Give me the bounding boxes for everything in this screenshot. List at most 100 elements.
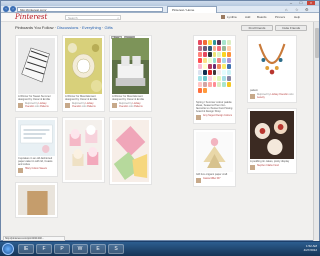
browser-window: – □ × ‹ › http://pinterest.com/ Pinteres… xyxy=(0,0,320,241)
link-gifts[interactable]: Gifts xyxy=(105,25,113,30)
star-icon[interactable]: ☆ xyxy=(295,7,299,12)
pin-image xyxy=(65,120,102,180)
pin-image xyxy=(250,38,294,88)
avatar[interactable] xyxy=(196,178,201,183)
color-swatch xyxy=(212,64,217,69)
color-swatch xyxy=(212,52,217,57)
pinterest-header xyxy=(1,13,319,22)
pin-card[interactable]: A Winner for Mast Element designed by Os… xyxy=(62,35,105,112)
start-button[interactable] xyxy=(2,243,14,255)
source-board-link[interactable]: DIY xyxy=(217,178,221,180)
color-swatch xyxy=(207,64,212,69)
color-swatch xyxy=(212,40,217,45)
link-everything[interactable]: Everything xyxy=(82,25,101,30)
source-board-link[interactable]: Sweets xyxy=(39,168,47,170)
taskbar-app-store[interactable]: S xyxy=(108,244,124,254)
link-discussions[interactable]: Discussions xyxy=(57,25,78,30)
color-swatch xyxy=(222,58,227,63)
taskbar-app-player[interactable]: P xyxy=(54,244,70,254)
color-swatch xyxy=(207,58,212,63)
color-swatch xyxy=(202,52,207,57)
source-board-link[interactable]: Patterns xyxy=(87,106,96,108)
pin-card[interactable]: Cupcakes in an old-fashioned paper cake … xyxy=(15,117,58,177)
nav-help[interactable]: Help xyxy=(294,16,300,19)
taskbar-app-folder[interactable]: F xyxy=(36,244,52,254)
color-swatch xyxy=(217,76,222,81)
nav-boards[interactable]: Boards xyxy=(257,16,267,19)
avatar[interactable] xyxy=(18,103,23,108)
color-swatch xyxy=(202,82,207,87)
pin-card[interactable] xyxy=(62,117,105,183)
pin-card[interactable]: pattern Repinned by Lindsay Ovendon onto… xyxy=(247,35,297,103)
pin-caption: pattern xyxy=(250,89,259,92)
pin-column: A Winner for Sweet Summer designed by Os… xyxy=(15,35,58,223)
pin-card[interactable]: Repin Comment A Winner for Mast Element … xyxy=(109,35,152,112)
pin-card[interactable]: A pudding tin cakes, pretty display Step… xyxy=(247,108,297,174)
scrollbar[interactable] xyxy=(313,22,319,241)
pinterest-logo[interactable]: Pinterest xyxy=(15,14,47,21)
search-input[interactable]: Search ⌕ xyxy=(65,15,121,20)
back-icon[interactable]: ‹ xyxy=(3,6,9,12)
avatar[interactable] xyxy=(112,103,117,108)
avatar[interactable] xyxy=(196,115,201,120)
pin-image xyxy=(18,38,55,94)
color-swatch xyxy=(198,70,202,75)
source-mid: onto xyxy=(81,105,87,108)
source-board-link[interactable]: Jewelry xyxy=(257,97,265,99)
url-input[interactable]: http://pinterest.com/ xyxy=(17,7,163,12)
nav-pinners[interactable]: Pinners xyxy=(275,16,285,19)
forward-icon[interactable]: › xyxy=(10,6,16,12)
source-board-link[interactable]: Food xyxy=(273,165,278,167)
color-swatch xyxy=(202,46,207,51)
source-user-link[interactable]: Stephen Clarke xyxy=(257,165,273,167)
find-friends-button[interactable]: Find Friends xyxy=(241,25,273,31)
pin-card[interactable]: A Winner for Sweet Summer designed by Os… xyxy=(15,35,58,112)
gear-icon[interactable]: ⚙ xyxy=(305,7,309,12)
taskbar-app-word[interactable]: W xyxy=(72,244,88,254)
separator: · xyxy=(79,25,81,30)
pin-card[interactable]: Spring / Summer colour palette ideas, Se… xyxy=(193,35,236,124)
pin-column: Repin Comment A Winner for Mast Element … xyxy=(109,35,152,190)
color-swatch xyxy=(198,64,202,69)
nav-add[interactable]: Add xyxy=(245,16,250,19)
taskbar-app-excel[interactable]: E xyxy=(90,244,106,254)
color-swatch xyxy=(212,46,217,51)
color-swatch xyxy=(212,76,217,81)
pin-column: Spring / Summer colour palette ideas, Se… xyxy=(193,35,236,192)
source-board-link[interactable]: Patterns xyxy=(134,106,143,108)
color-swatch xyxy=(227,76,231,81)
source-mid: onto xyxy=(128,105,134,108)
source-user-link[interactable]: Lindsay Ovendon xyxy=(271,94,289,96)
avatar[interactable] xyxy=(250,94,255,99)
avatar[interactable] xyxy=(250,165,255,170)
separator: · xyxy=(54,25,56,30)
system-tray-clock[interactable]: 1:52 AM 4/27/2012 xyxy=(304,244,317,252)
color-swatch xyxy=(207,70,212,75)
color-swatch xyxy=(198,46,202,51)
pin-image xyxy=(196,132,233,172)
minimize-icon[interactable]: – xyxy=(287,1,295,5)
scrollbar-thumb[interactable] xyxy=(315,28,319,58)
close-icon[interactable]: × xyxy=(307,1,315,5)
user-menu[interactable]: Lynthia xyxy=(227,16,237,19)
pin-card[interactable] xyxy=(15,182,58,218)
tab-pinterest[interactable]: Pinterest / Home xyxy=(167,6,217,13)
search-icon[interactable]: ⌕ xyxy=(117,16,119,20)
home-icon[interactable]: ⌂ xyxy=(285,7,287,12)
maximize-icon[interactable]: □ xyxy=(297,1,305,5)
source-board-link[interactable]: Colours xyxy=(224,115,232,117)
source-board-link[interactable]: Patterns xyxy=(40,106,49,108)
source-user-link[interactable]: Hilary Colson xyxy=(25,168,39,170)
avatar[interactable] xyxy=(221,15,225,19)
color-swatch xyxy=(202,40,207,45)
avatar[interactable] xyxy=(65,103,70,108)
source-user-link[interactable]: Amy Nugent Design xyxy=(203,115,223,117)
avatar[interactable] xyxy=(18,168,23,173)
pin-card[interactable] xyxy=(109,117,152,185)
source-user-link[interactable]: Cassie Miller xyxy=(203,178,216,180)
pin-source: Stephen Clarke Food xyxy=(250,165,294,171)
invite-friends-button[interactable]: Invite Friends xyxy=(275,25,307,31)
pin-caption: A Winner for Mast Element designed by Os… xyxy=(65,95,97,101)
taskbar-app-ie[interactable]: IE xyxy=(18,244,34,254)
pin-card[interactable]: Gift box origami paper craft Cassie Mill… xyxy=(193,129,236,187)
